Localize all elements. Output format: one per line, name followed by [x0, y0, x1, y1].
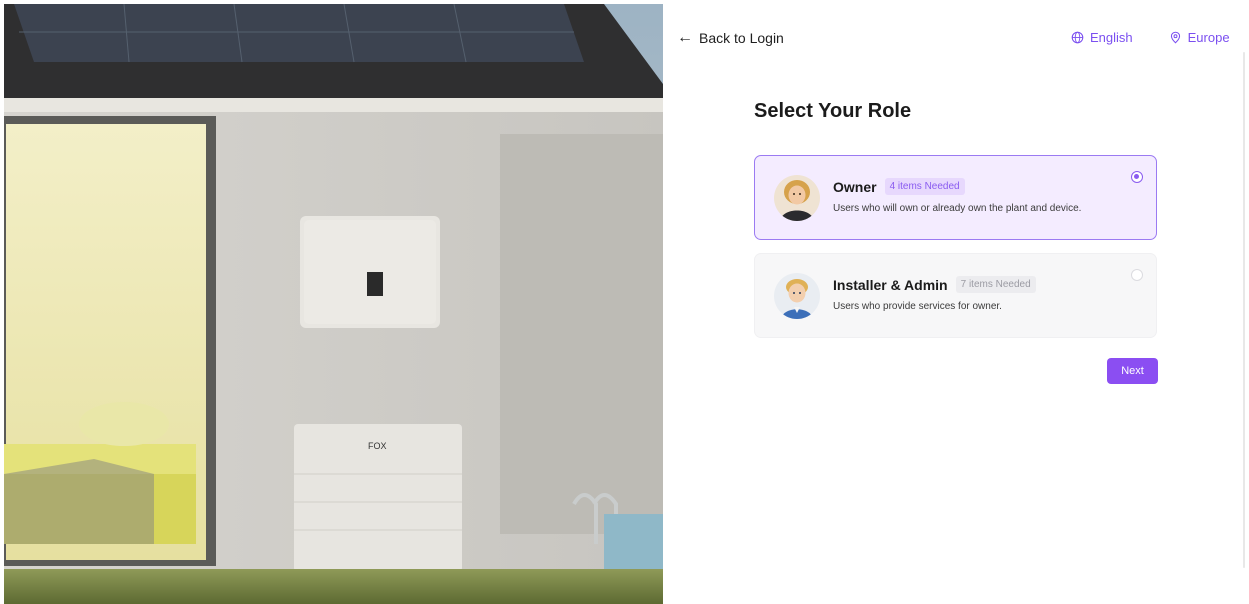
role-description: Users who will own or already own the pl…: [833, 203, 1082, 214]
installer-radio[interactable]: [1131, 269, 1143, 281]
owner-avatar: [774, 175, 820, 221]
role-card-owner[interactable]: Owner 4 items Needed Users who will own …: [754, 155, 1157, 240]
language-selector[interactable]: English: [1071, 30, 1133, 45]
top-settings: English Europe: [1071, 30, 1230, 45]
app-root: FOX ← Back to Login English Europe Selec…: [0, 0, 1249, 604]
battery-brand-text: FOX: [368, 441, 387, 451]
role-name: Owner: [833, 178, 877, 195]
location-pin-icon: [1170, 31, 1180, 44]
back-to-login-link[interactable]: ← Back to Login: [677, 29, 784, 47]
role-card-installer-admin[interactable]: Installer & Admin 7 items Needed Users w…: [754, 253, 1157, 338]
requirements-badge: 4 items Needed: [884, 178, 965, 195]
installer-avatar: [774, 273, 820, 319]
role-selection-panel: ← Back to Login English Europe Select Yo…: [663, 0, 1249, 604]
back-label: Back to Login: [699, 30, 784, 46]
next-button[interactable]: Next: [1107, 358, 1158, 384]
role-name: Installer & Admin: [833, 276, 948, 293]
arrow-left-icon: ←: [677, 29, 693, 46]
page-title: Select Your Role: [754, 100, 912, 122]
hero-image: FOX: [4, 4, 663, 604]
installer-heading: Installer & Admin 7 items Needed: [833, 276, 1036, 293]
scrollbar[interactable]: [1243, 52, 1245, 568]
owner-heading: Owner 4 items Needed: [833, 178, 965, 195]
region-selector[interactable]: Europe: [1169, 30, 1230, 45]
globe-icon: [1071, 31, 1084, 44]
region-label: Europe: [1187, 30, 1230, 45]
language-label: English: [1090, 30, 1133, 45]
requirements-badge: 7 items Needed: [955, 276, 1036, 293]
role-description: Users who provide services for owner.: [833, 301, 1002, 312]
owner-radio[interactable]: [1131, 171, 1143, 183]
